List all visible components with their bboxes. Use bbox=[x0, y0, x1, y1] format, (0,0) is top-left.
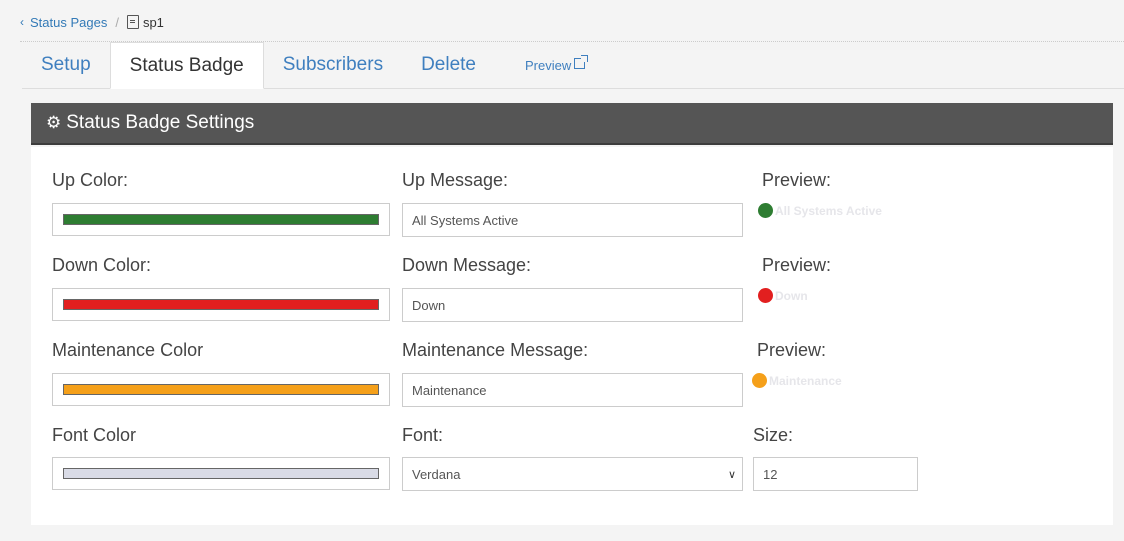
status-dot-icon bbox=[758, 203, 773, 218]
down-color-picker[interactable] bbox=[52, 288, 390, 321]
font-select[interactable]: Verdana ∨ bbox=[402, 457, 743, 491]
down-color-swatch bbox=[63, 299, 379, 310]
font-color-swatch bbox=[63, 468, 379, 479]
maintenance-preview: Maintenance bbox=[752, 373, 842, 388]
down-preview-label: Preview: bbox=[762, 255, 832, 275]
chevron-left-icon[interactable]: ‹ bbox=[20, 15, 24, 29]
tab-setup[interactable]: Setup bbox=[22, 42, 110, 88]
tab-delete[interactable]: Delete bbox=[402, 42, 495, 88]
maintenance-color-swatch bbox=[63, 384, 379, 395]
preview-link-label: Preview bbox=[525, 57, 572, 73]
file-icon bbox=[126, 15, 139, 29]
up-message-label: Up Message: bbox=[402, 170, 509, 190]
down-color-label: Down Color: bbox=[52, 255, 152, 275]
maintenance-color-label: Maintenance Color bbox=[52, 340, 204, 360]
external-link-icon bbox=[574, 54, 589, 69]
up-color-swatch bbox=[63, 214, 379, 225]
panel-header: ⚙ Status Badge Settings bbox=[31, 103, 1113, 145]
maintenance-preview-text: Maintenance bbox=[769, 373, 842, 388]
down-message-input[interactable]: Down bbox=[402, 288, 743, 322]
size-input[interactable]: 12 bbox=[753, 457, 918, 491]
font-select-value: Verdana bbox=[412, 466, 461, 482]
up-message-input[interactable]: All Systems Active bbox=[402, 203, 743, 237]
breadcrumb-separator: / bbox=[115, 14, 119, 30]
maintenance-preview-label: Preview: bbox=[757, 340, 827, 360]
maintenance-message-label: Maintenance Message: bbox=[402, 340, 589, 360]
font-color-picker[interactable] bbox=[52, 457, 390, 490]
tab-subscribers[interactable]: Subscribers bbox=[264, 42, 402, 88]
up-preview-text: All Systems Active bbox=[775, 203, 882, 218]
font-label: Font: bbox=[402, 425, 444, 445]
gear-icon: ⚙ bbox=[46, 113, 62, 132]
font-color-label: Font Color bbox=[52, 425, 137, 445]
up-color-picker[interactable] bbox=[52, 203, 390, 236]
preview-link[interactable]: Preview bbox=[525, 42, 589, 88]
breadcrumb-link-status-pages[interactable]: Status Pages bbox=[30, 15, 107, 30]
down-preview: Down bbox=[758, 288, 808, 303]
settings-panel: Up Color: Up Message: All Systems Active… bbox=[31, 147, 1113, 525]
chevron-down-icon: ∨ bbox=[727, 469, 736, 481]
tab-status-badge[interactable]: Status Badge bbox=[109, 42, 264, 89]
panel-title: Status Badge Settings bbox=[66, 112, 255, 133]
status-dot-icon bbox=[758, 288, 773, 303]
maintenance-message-input[interactable]: Maintenance bbox=[402, 373, 743, 407]
breadcrumb: ‹ Status Pages / sp1 bbox=[20, 12, 164, 32]
up-color-label: Up Color: bbox=[52, 170, 129, 190]
tab-bar: Setup Status Badge Subscribers Delete Pr… bbox=[22, 42, 1124, 89]
down-message-label: Down Message: bbox=[402, 255, 532, 275]
status-dot-icon bbox=[752, 373, 767, 388]
size-label: Size: bbox=[753, 425, 794, 445]
up-preview-label: Preview: bbox=[762, 170, 832, 190]
breadcrumb-current: sp1 bbox=[142, 14, 164, 30]
maintenance-color-picker[interactable] bbox=[52, 373, 390, 406]
up-preview: All Systems Active bbox=[758, 203, 882, 218]
down-preview-text: Down bbox=[775, 288, 808, 303]
